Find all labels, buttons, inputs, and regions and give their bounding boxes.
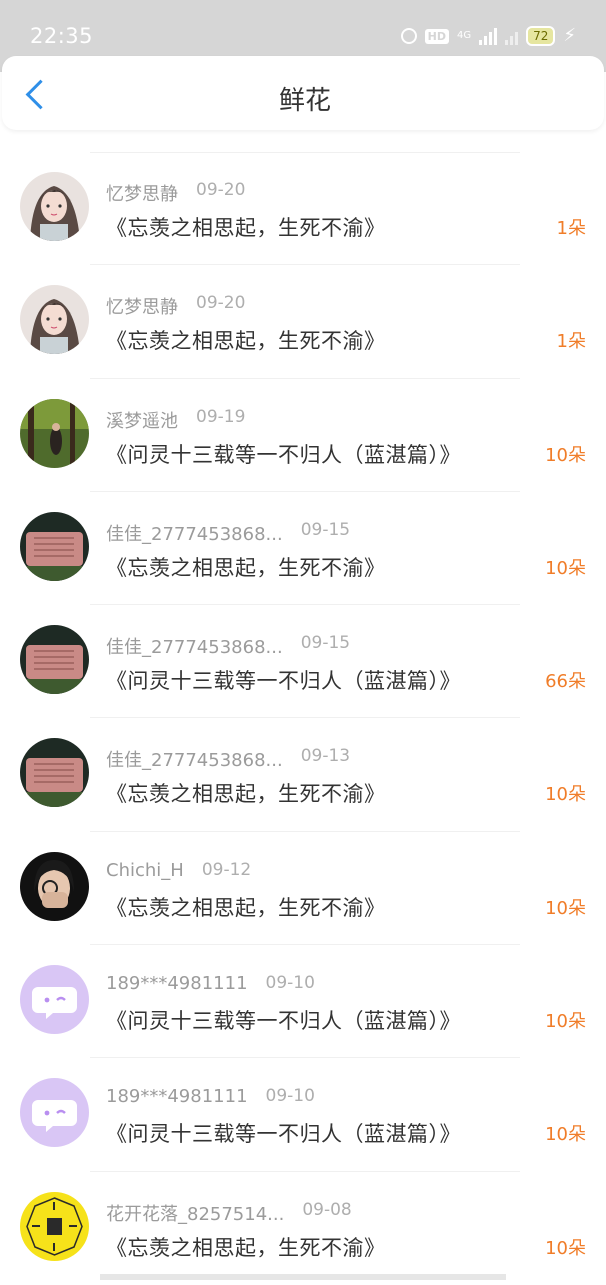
- alarm-icon: [400, 28, 417, 44]
- sender-name: 忆梦思静: [106, 297, 178, 319]
- flower-count: 66朵: [545, 671, 586, 693]
- avatar-default-chat-icon: [20, 965, 89, 1035]
- battery-icon: 72: [526, 26, 556, 46]
- avatar[interactable]: [20, 172, 89, 241]
- sender-name: Chichi_H: [106, 859, 184, 881]
- sender-name: 溪梦遥池: [106, 410, 178, 432]
- avatar[interactable]: [20, 965, 89, 1035]
- sender-line: 花开花落_8257514... 09-08: [106, 1200, 352, 1226]
- book-title: 《问灵十三载等一不归人（蓝湛篇）》: [106, 1009, 461, 1034]
- list-item[interactable]: 忆梦思静 09-20 《忘羡之相思起，生死不渝》 1朵: [0, 152, 606, 266]
- sender-name: 佳佳_2777453868...: [106, 637, 283, 659]
- flower-count: 1朵: [556, 331, 586, 353]
- flower-count: 10朵: [545, 1011, 586, 1033]
- avatar[interactable]: [20, 625, 89, 695]
- network-label: 4G: [456, 30, 472, 41]
- avatar-girl-illustration: [20, 172, 89, 241]
- avatar[interactable]: [20, 1078, 89, 1148]
- send-date: 09-19: [196, 406, 246, 427]
- status-icons: HD 4G 72 ⚡: [400, 25, 576, 46]
- avatar[interactable]: [20, 398, 89, 468]
- avatar[interactable]: [20, 851, 89, 921]
- list-item[interactable]: 花开花落_8257514... 09-08 《忘羡之相思起，生死不渝》 10朵: [0, 1172, 606, 1285]
- sender-name: 佳佳_2777453868...: [106, 523, 283, 545]
- send-date: 09-10: [265, 1086, 315, 1107]
- avatar-person-photo: [20, 851, 89, 921]
- flower-count: 10朵: [545, 444, 586, 466]
- book-title: 《忘羡之相思起，生死不渝》: [106, 555, 386, 580]
- avatar-stone-photo: [20, 511, 89, 581]
- sender-name: 佳佳_2777453868...: [106, 750, 283, 772]
- sender-line: 佳佳_2777453868... 09-13: [106, 746, 350, 772]
- hd-icon: HD: [424, 28, 449, 44]
- charging-icon: ⚡: [563, 25, 576, 46]
- book-title: 《问灵十三载等一不归人（蓝湛篇）》: [106, 669, 461, 694]
- signal-icon-secondary: [505, 27, 519, 45]
- send-date: 09-08: [302, 1199, 352, 1220]
- sender-line: 佳佳_2777453868... 09-15: [106, 520, 350, 546]
- avatar[interactable]: [20, 285, 89, 355]
- avatar[interactable]: [20, 511, 89, 581]
- sender-line: 忆梦思静 09-20: [106, 180, 245, 206]
- top-bar: 鲜花: [2, 56, 604, 130]
- sender-name: 189***4981111: [106, 973, 248, 995]
- book-title: 《忘羡之相思起，生死不渝》: [106, 1235, 386, 1260]
- book-title: 《忘羡之相思起，生死不渝》: [106, 782, 386, 807]
- avatar-stone-photo: [20, 738, 89, 808]
- list-item[interactable]: 忆梦思静 09-20 《忘羡之相思起，生死不渝》 1朵: [0, 265, 606, 379]
- sender-line: 溪梦遥池 09-19: [106, 407, 245, 433]
- send-date: 09-15: [300, 633, 351, 654]
- sender-line: 189***4981111 09-10: [106, 1086, 315, 1107]
- book-title: 《问灵十三载等一不归人（蓝湛篇）》: [106, 442, 461, 467]
- sender-name: 189***4981111: [106, 1086, 248, 1108]
- sender-name: 花开花落_8257514...: [106, 1203, 285, 1225]
- sender-line: 189***4981111 09-10: [106, 973, 315, 994]
- send-date: 09-20: [196, 293, 246, 314]
- book-title: 《忘羡之相思起，生死不渝》: [106, 329, 386, 354]
- flower-count: 10朵: [545, 897, 586, 919]
- avatar-girl-illustration: [20, 285, 89, 355]
- list-item[interactable]: 佳佳_2777453868... 09-15 《忘羡之相思起，生死不渝》 10朵: [0, 492, 606, 606]
- sender-name: 忆梦思静: [106, 184, 178, 205]
- list-item[interactable]: 189***4981111 09-10 《问灵十三载等一不归人（蓝湛篇）》 10…: [0, 1058, 606, 1172]
- list-item[interactable]: 溪梦遥池 09-19 《问灵十三载等一不归人（蓝湛篇）》 10朵: [0, 379, 606, 492]
- avatar-yellow-bagua: [20, 1191, 89, 1261]
- avatar[interactable]: [20, 738, 89, 808]
- avatar-default-chat-icon: [20, 1078, 89, 1148]
- avatar-forest-photo: [20, 398, 89, 468]
- send-date: 09-12: [201, 859, 252, 880]
- flower-count: 10朵: [545, 1124, 586, 1146]
- sender-line: Chichi_H 09-12: [106, 860, 251, 881]
- avatar-stone-photo: [20, 625, 89, 695]
- signal-icon: [479, 27, 498, 45]
- flower-count: 10朵: [545, 557, 586, 579]
- book-title: 《问灵十三载等一不归人（蓝湛篇）》: [106, 1122, 461, 1147]
- flower-count: 10朵: [545, 1237, 586, 1259]
- send-date: 09-10: [265, 973, 315, 994]
- list-item[interactable]: Chichi_H 09-12 《忘羡之相思起，生死不渝》 10朵: [0, 832, 606, 946]
- list-item[interactable]: 189***4981111 09-10 《问灵十三载等一不归人（蓝湛篇）》 10…: [0, 945, 606, 1059]
- book-title: 《忘羡之相思起，生死不渝》: [106, 216, 386, 240]
- flower-count: 1朵: [556, 218, 586, 239]
- send-date: 09-13: [300, 746, 351, 767]
- send-date: 09-15: [300, 519, 351, 540]
- avatar[interactable]: [20, 1191, 89, 1261]
- book-title: 《忘羡之相思起，生死不渝》: [106, 895, 386, 920]
- sender-line: 忆梦思静 09-20: [106, 293, 245, 319]
- send-date: 09-20: [196, 180, 246, 200]
- list-item[interactable]: 佳佳_2777453868... 09-15 《问灵十三载等一不归人（蓝湛篇）》…: [0, 605, 606, 719]
- status-time: 22:35: [30, 24, 94, 48]
- gift-list: 忆梦思静 09-20 《忘羡之相思起，生死不渝》 1朵 忆梦思静 09-20 《…: [0, 152, 606, 1285]
- sender-line: 佳佳_2777453868... 09-15: [106, 633, 350, 659]
- scroll-indicator: [100, 1274, 506, 1280]
- flower-count: 10朵: [545, 784, 586, 806]
- page-title: 鲜花: [278, 86, 331, 116]
- list-item[interactable]: 佳佳_2777453868... 09-13 《忘羡之相思起，生死不渝》 10朵: [0, 718, 606, 832]
